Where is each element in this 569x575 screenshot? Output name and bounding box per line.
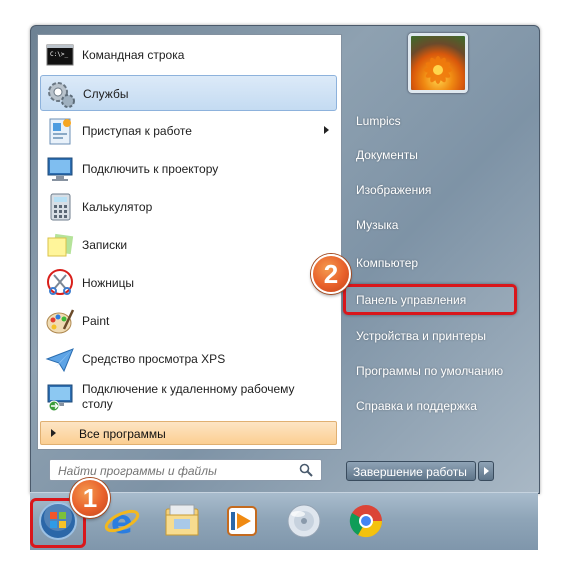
- default-programs-link[interactable]: Программы по умолчанию: [356, 364, 503, 378]
- getting-started-icon: [44, 115, 76, 147]
- program-label: Командная строка: [82, 48, 185, 62]
- program-label: Подключить к проектору: [82, 162, 219, 176]
- shutdown-label: Завершение работы: [353, 465, 467, 479]
- devices-printers-link[interactable]: Устройства и принтеры: [356, 329, 486, 343]
- program-label: Калькулятор: [82, 200, 153, 214]
- shutdown-options-button[interactable]: [478, 461, 494, 481]
- calculator-icon: [44, 191, 76, 223]
- program-label: Paint: [82, 314, 110, 328]
- disc-icon[interactable]: [282, 499, 326, 543]
- documents-link[interactable]: Документы: [356, 148, 418, 162]
- program-remote-desktop[interactable]: Подключение к удаленному рабочему столу: [40, 379, 337, 415]
- user-avatar[interactable]: [408, 33, 468, 93]
- chevron-right-icon: [484, 467, 489, 475]
- program-label: Записки: [82, 238, 128, 252]
- services-icon: [45, 78, 77, 110]
- program-services[interactable]: Службы: [40, 75, 337, 111]
- expand-arrow-icon: [51, 429, 56, 437]
- program-getting-started[interactable]: Приступая к работе: [40, 113, 337, 149]
- program-label: Службы: [83, 87, 129, 101]
- svg-text:e: e: [111, 503, 133, 541]
- snipping-tool-icon: [44, 267, 76, 299]
- program-snipping-tool[interactable]: Ножницы: [40, 265, 337, 301]
- all-programs-label: Все программы: [79, 427, 166, 441]
- program-label: Подключение к удаленному рабочему столу: [82, 382, 295, 411]
- all-programs-button[interactable]: Все программы: [40, 421, 337, 445]
- step-1-badge: 1: [70, 478, 110, 518]
- music-link[interactable]: Музыка: [356, 218, 398, 232]
- program-sticky-notes[interactable]: Записки: [40, 227, 337, 263]
- media-player-icon[interactable]: [220, 499, 264, 543]
- program-xps-viewer[interactable]: Средство просмотра XPS: [40, 341, 337, 377]
- computer-link[interactable]: Компьютер: [356, 256, 418, 270]
- file-explorer-icon[interactable]: [160, 499, 204, 543]
- flower-picture-icon: [424, 56, 452, 84]
- shutdown-button[interactable]: Завершение работы: [346, 461, 476, 481]
- program-paint[interactable]: Paint: [40, 303, 337, 339]
- program-projector[interactable]: Подключить к проектору: [40, 151, 337, 187]
- pictures-link[interactable]: Изображения: [356, 183, 431, 197]
- projector-icon: [44, 153, 76, 185]
- xps-viewer-icon: [44, 343, 76, 375]
- program-label: Ножницы: [82, 276, 135, 290]
- step-2-badge: 2: [311, 254, 351, 294]
- cmd-icon: C:\>_: [44, 39, 76, 71]
- user-name-link[interactable]: Lumpics: [356, 114, 401, 128]
- programs-pane: C:\>_ Командная строка Службы Приступая …: [37, 34, 342, 450]
- svg-text:C:\>_: C:\>_: [50, 51, 68, 58]
- sticky-notes-icon: [44, 229, 76, 261]
- submenu-arrow-icon[interactable]: [324, 126, 329, 134]
- search-icon[interactable]: [299, 463, 313, 480]
- chrome-icon[interactable]: [344, 499, 388, 543]
- help-support-link[interactable]: Справка и поддержка: [356, 399, 477, 413]
- paint-icon: [44, 305, 76, 337]
- program-calculator[interactable]: Калькулятор: [40, 189, 337, 225]
- program-cmd[interactable]: C:\>_ Командная строка: [40, 37, 337, 73]
- remote-desktop-icon: [44, 381, 76, 413]
- program-label: Приступая к работе: [82, 124, 192, 138]
- control-panel-link[interactable]: Панель управления: [356, 293, 466, 307]
- program-label: Средство просмотра XPS: [82, 352, 226, 366]
